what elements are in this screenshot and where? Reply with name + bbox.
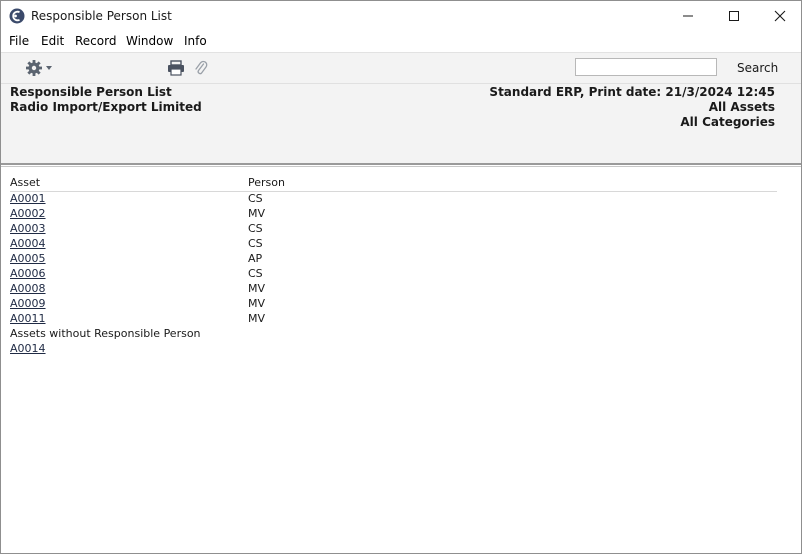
table-row: A0009 MV <box>10 296 777 311</box>
asset-link[interactable]: A0006 <box>10 267 46 280</box>
report-header: Responsible Person List Radio Import/Exp… <box>1 83 801 163</box>
header-divider <box>1 163 801 165</box>
maximize-button[interactable] <box>711 1 757 32</box>
print-icon[interactable] <box>167 60 185 76</box>
person-cell: MV <box>248 207 266 220</box>
person-cell: MV <box>248 312 266 325</box>
person-cell: CS <box>248 222 263 235</box>
categories-filter: All Categories <box>680 115 775 129</box>
asset-link[interactable]: A0009 <box>10 297 46 310</box>
paperclip-icon[interactable] <box>194 59 208 77</box>
table-row: A0008 MV <box>10 281 777 296</box>
window-title: Responsible Person List <box>31 9 172 23</box>
column-header-asset: Asset <box>10 176 41 189</box>
table-row: A0014 <box>10 341 777 356</box>
menu-edit[interactable]: Edit <box>41 34 64 48</box>
menu-window[interactable]: Window <box>126 34 173 48</box>
section-label-without-person: Assets without Responsible Person <box>10 327 201 340</box>
table-row: A0004 CS <box>10 236 777 251</box>
person-cell: MV <box>248 282 266 295</box>
title-bar[interactable]: Responsible Person List <box>1 1 801 32</box>
asset-link[interactable]: A0003 <box>10 222 46 235</box>
asset-link[interactable]: A0008 <box>10 282 46 295</box>
assets-filter: All Assets <box>708 100 775 114</box>
menu-file[interactable]: File <box>9 34 29 48</box>
report-title: Responsible Person List <box>10 85 172 99</box>
print-info: Standard ERP, Print date: 21/3/2024 12:4… <box>489 85 775 99</box>
toolbar: Search <box>1 52 801 83</box>
person-cell: CS <box>248 192 263 205</box>
minimize-button[interactable] <box>665 1 711 32</box>
person-cell: CS <box>248 237 263 250</box>
menu-info[interactable]: Info <box>184 34 207 48</box>
search-input[interactable] <box>575 58 717 76</box>
table-row: A0006 CS <box>10 266 777 281</box>
section-row: Assets without Responsible Person <box>10 326 777 341</box>
asset-link[interactable]: A0011 <box>10 312 46 325</box>
menu-record[interactable]: Record <box>75 34 116 48</box>
app-logo-icon <box>9 8 25 24</box>
table-row: A0005 AP <box>10 251 777 266</box>
minimize-icon <box>683 15 693 17</box>
table-row: A0002 MV <box>10 206 777 221</box>
gear-icon[interactable] <box>25 59 55 77</box>
asset-link[interactable]: A0004 <box>10 237 46 250</box>
person-cell: AP <box>248 252 263 265</box>
table-row: A0011 MV <box>10 311 777 326</box>
asset-link[interactable]: A0014 <box>10 342 46 355</box>
table-row: A0003 CS <box>10 221 777 236</box>
asset-link[interactable]: A0001 <box>10 192 46 205</box>
column-header-person: Person <box>248 176 285 189</box>
person-cell: MV <box>248 297 266 310</box>
close-icon <box>774 10 786 22</box>
asset-link[interactable]: A0002 <box>10 207 46 220</box>
menu-bar: File Edit Record Window Info <box>1 32 801 52</box>
maximize-icon <box>729 11 739 21</box>
asset-link[interactable]: A0005 <box>10 252 46 265</box>
person-cell: CS <box>248 267 263 280</box>
report-window: Responsible Person List File Edit Record… <box>0 0 802 554</box>
report-rows: A0001 CS A0002 MV A0003 CS A0004 CS A000… <box>10 191 777 356</box>
report-body: Asset Person A0001 CS A0002 MV A0003 CS … <box>1 167 801 553</box>
search-button[interactable]: Search <box>737 61 778 75</box>
company-name: Radio Import/Export Limited <box>10 100 202 114</box>
close-button[interactable] <box>757 1 802 32</box>
table-row: A0001 CS <box>10 191 777 206</box>
